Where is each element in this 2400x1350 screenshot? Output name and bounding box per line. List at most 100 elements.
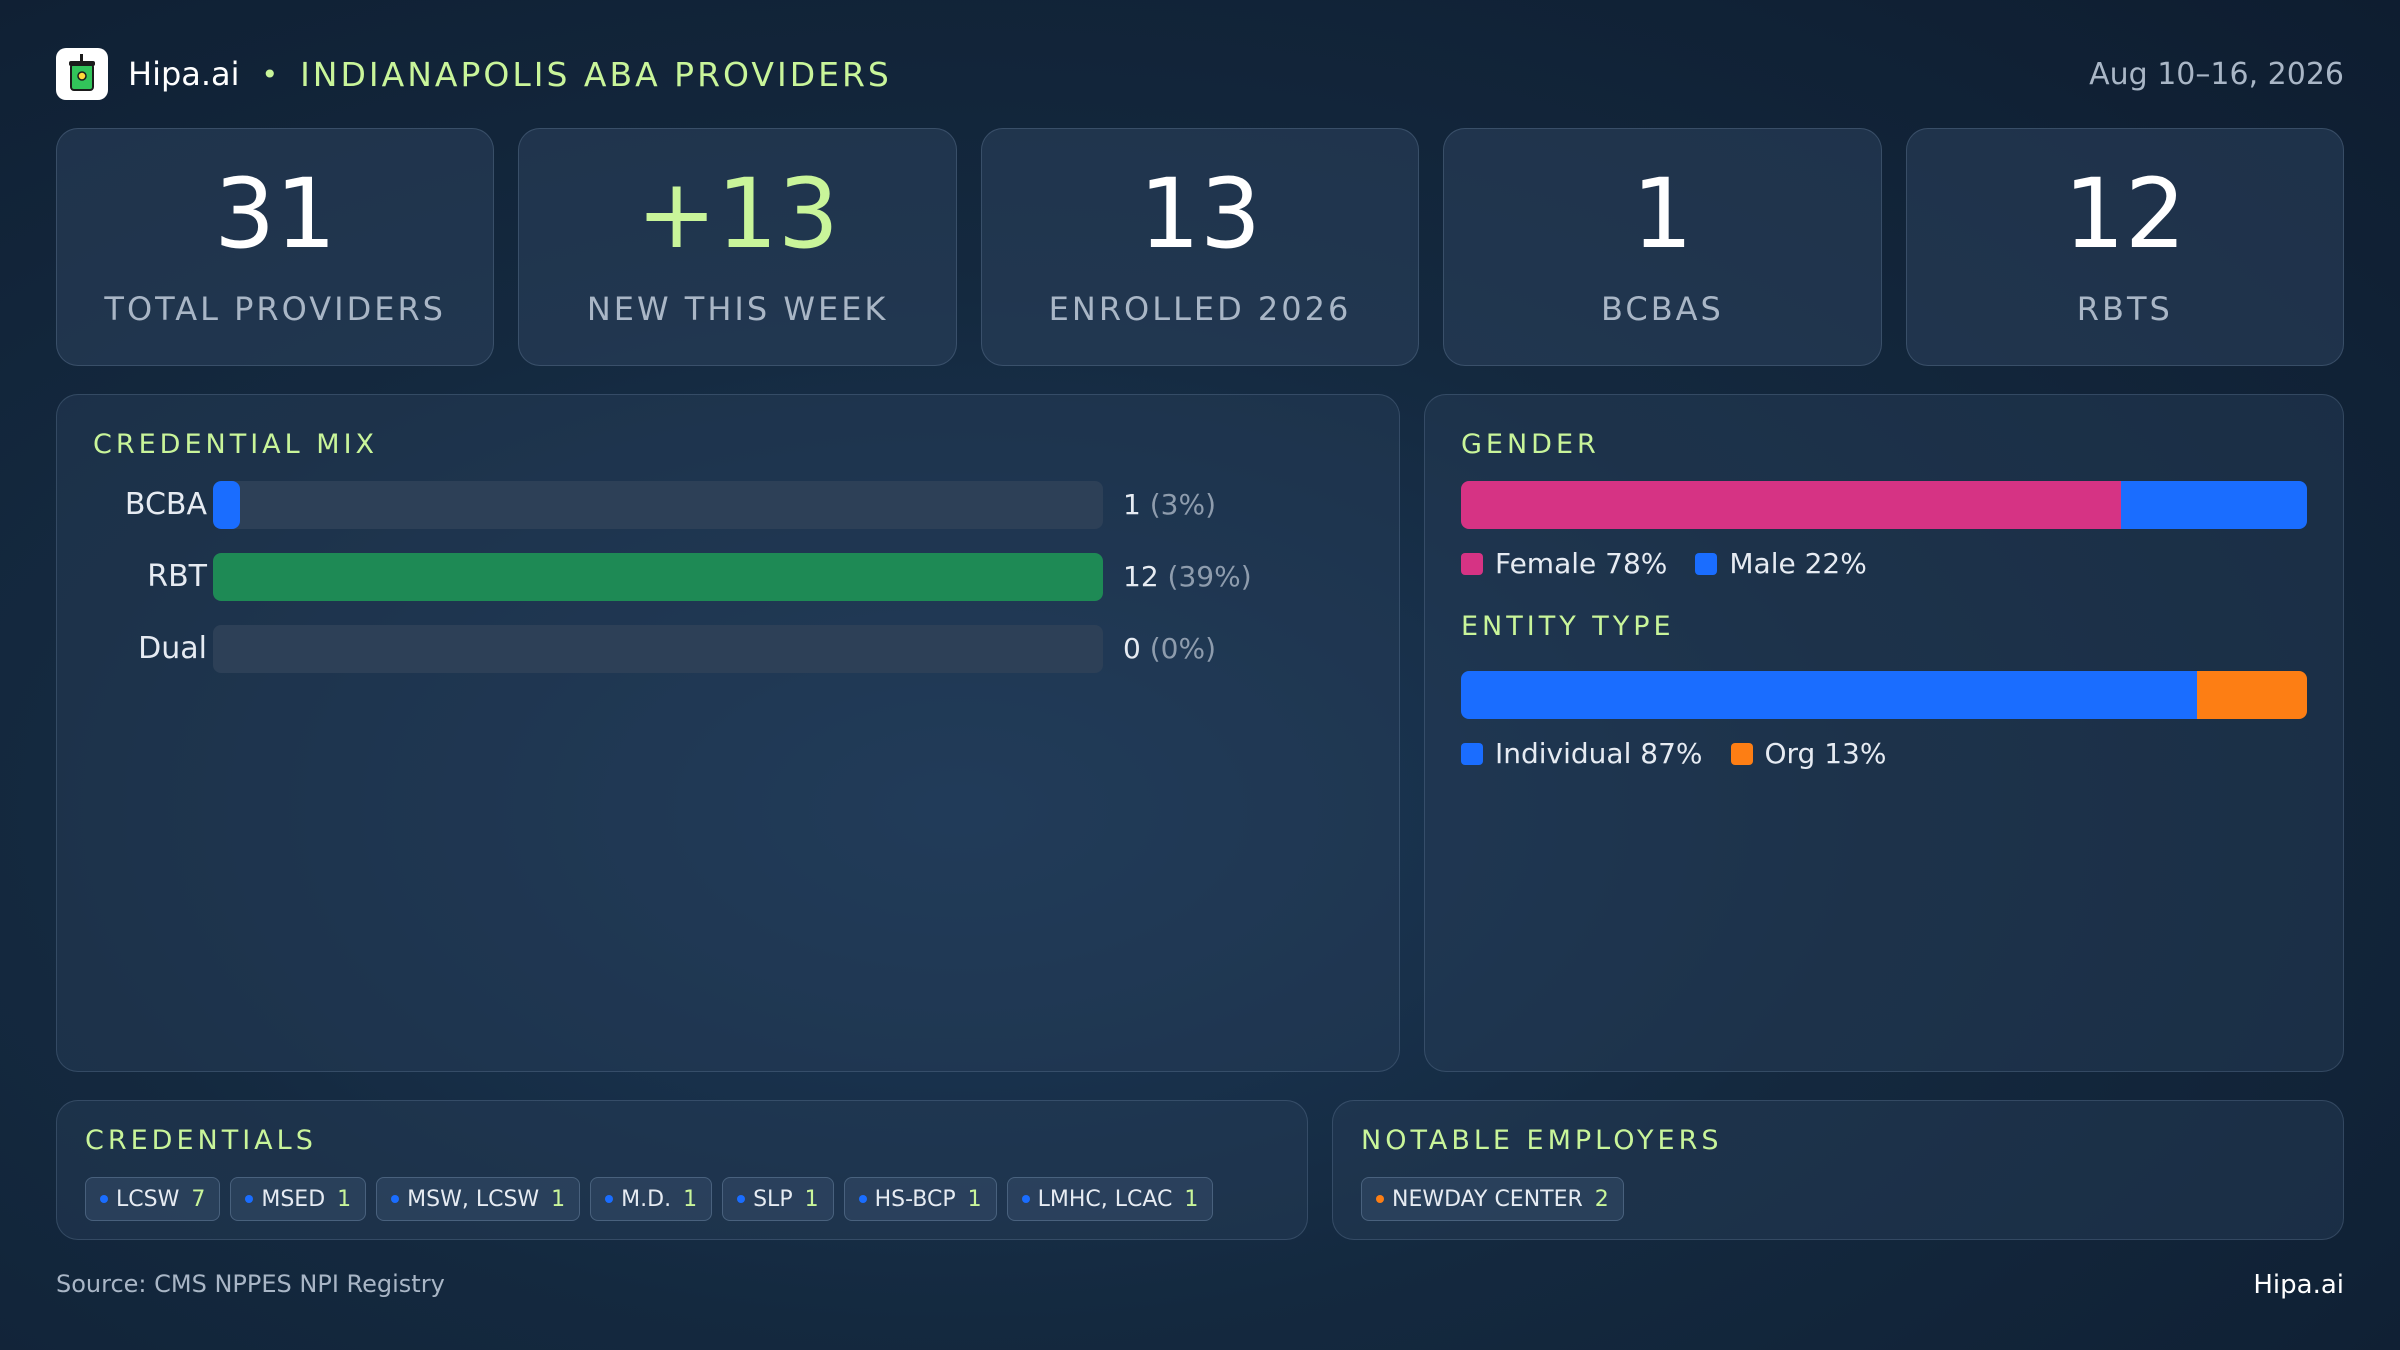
kpi-rbts: 12 RBTS (1905, 128, 2345, 366)
kpi-label: ENROLLED 2026 (1048, 290, 1352, 328)
legend-item-female: Female 78% (1461, 547, 1667, 580)
kpi-row: 31 TOTAL PROVIDERS +13 NEW THIS WEEK 13 … (56, 128, 2345, 366)
legend-swatch (1461, 742, 1483, 765)
entity-segment-individual (1461, 671, 2198, 719)
mix-row-label: Dual (138, 631, 207, 666)
chip-dot (1376, 1195, 1384, 1203)
kpi-bcbas: 1 BCBAS (1443, 128, 1882, 366)
mix-row-label: RBT (147, 559, 207, 594)
employer-chips: NEWDAY CENTER 2 (1361, 1177, 1624, 1221)
credential-chip[interactable]: MSW, LCSW 1 (376, 1177, 581, 1221)
chip-dot (245, 1195, 254, 1203)
mix-count: 12 (1123, 560, 1159, 593)
chip-label: MSW, LCSW (407, 1186, 540, 1212)
brand-name: Hipa.ai (128, 55, 240, 93)
chip-label: M.D. (621, 1186, 672, 1212)
legend-swatch (1461, 552, 1483, 575)
employers-panel: NOTABLE EMPLOYERS NEWDAY CENTER 2 (1332, 1100, 2344, 1240)
credential-chip[interactable]: SLP 1 (722, 1177, 834, 1221)
chip-label: LMHC, LCAC (1037, 1186, 1173, 1212)
title-separator: • (261, 57, 279, 91)
credential-mix-panel: CREDENTIAL MIX BCBA 1 (3%) RBT 12 (39%) … (56, 394, 1400, 1072)
mix-row-rbt: RBT 12 (39%) (57, 553, 1399, 601)
demographics-panel: GENDER Female 78% Male 22% ENTITY TYPE I… (1424, 394, 2344, 1072)
mix-count: 1 (1123, 488, 1141, 521)
mix-row-value: 0 (0%) (1123, 625, 1216, 673)
data-source: Source: CMS NPPES NPI Registry (56, 1270, 445, 1298)
kpi-value: +13 (636, 158, 839, 270)
mix-percent: (3%) (1149, 488, 1217, 521)
chip-count: 2 (1594, 1186, 1609, 1212)
kpi-value: 31 (214, 158, 337, 270)
mix-bar-fill (213, 481, 240, 529)
chip-count: 7 (191, 1186, 206, 1212)
kpi-total-providers: 31 TOTAL PROVIDERS (56, 128, 495, 366)
mix-bar-track (213, 625, 1103, 673)
header: Hipa.ai • INDIANAPOLIS ABA PROVIDERS Aug… (56, 46, 2344, 102)
gender-segment-female (1461, 481, 2121, 529)
mix-bar-track (213, 481, 1103, 529)
legend-item-male: Male 22% (1695, 547, 1867, 580)
gender-title: GENDER (1461, 429, 1600, 460)
chip-label: LCSW (116, 1186, 180, 1212)
kpi-value: 13 (1138, 158, 1262, 270)
kpi-label: BCBAS (1600, 290, 1724, 328)
mix-percent: (0%) (1149, 632, 1217, 665)
chip-label: MSED (261, 1186, 326, 1212)
legend-swatch (1695, 552, 1718, 575)
mix-bar-track (213, 553, 1103, 601)
kpi-value: 12 (2063, 158, 2186, 270)
chip-count: 1 (1184, 1186, 1199, 1212)
credential-chip[interactable]: LMHC, LCAC 1 (1006, 1177, 1214, 1221)
credential-chip[interactable]: HS-BCP 1 (843, 1177, 997, 1221)
entity-type-title: ENTITY TYPE (1461, 611, 1675, 642)
mix-row-bcba: BCBA 1 (3%) (57, 481, 1399, 529)
chip-dot (1021, 1195, 1030, 1203)
chip-count: 1 (804, 1186, 819, 1212)
chip-dot (100, 1195, 108, 1203)
chip-dot (605, 1195, 614, 1203)
panel-title: NOTABLE EMPLOYERS (1361, 1125, 1723, 1156)
employer-chip[interactable]: NEWDAY CENTER 2 (1361, 1177, 1624, 1221)
legend-item-individual: Individual 87% (1461, 737, 1703, 770)
credentials-panel: CREDENTIALS LCSW 7 MSED 1 MSW, LCSW 1 M.D. 1… (56, 1100, 1308, 1240)
legend-swatch (1730, 742, 1753, 765)
legend-label: Female 78% (1495, 547, 1668, 580)
mix-percent: (39%) (1167, 560, 1252, 593)
credential-chip[interactable]: MSED 1 (230, 1177, 367, 1221)
mix-row-label: BCBA (124, 487, 207, 522)
chip-count: 1 (337, 1186, 352, 1212)
credential-chip[interactable]: LCSW 7 (85, 1177, 221, 1221)
legend-label: Individual 87% (1495, 737, 1703, 770)
mix-count: 0 (1123, 632, 1141, 665)
panel-title: CREDENTIALS (85, 1125, 317, 1156)
logo (56, 48, 108, 100)
date-range: Aug 10–16, 2026 (2089, 56, 2344, 92)
gender-bar (1461, 481, 2307, 529)
cup-icon (69, 54, 95, 91)
gender-segment-male (2120, 481, 2307, 529)
chip-count: 1 (967, 1186, 982, 1212)
chip-label: SLP (753, 1186, 793, 1212)
legend-label: Org 13% (1764, 737, 1887, 770)
kpi-enrolled-2026: 13 ENROLLED 2026 (980, 128, 1420, 366)
chip-label: HS-BCP (874, 1186, 956, 1212)
chip-dot (737, 1195, 746, 1203)
entity-type-bar (1461, 671, 2307, 719)
mix-row-value: 1 (3%) (1123, 481, 1216, 529)
mix-bar-fill (213, 553, 1103, 601)
kpi-label: NEW THIS WEEK (586, 290, 889, 328)
chip-dot (391, 1195, 400, 1203)
mix-row-value: 12 (39%) (1123, 553, 1252, 601)
footer-brand: Hipa.ai (2253, 1270, 2344, 1300)
legend-label: Male 22% (1729, 547, 1867, 580)
page-title: INDIANAPOLIS ABA PROVIDERS (300, 54, 892, 94)
kpi-new-this-week: +13 NEW THIS WEEK (518, 128, 957, 366)
chip-count: 1 (683, 1186, 698, 1212)
credential-chip[interactable]: M.D. 1 (590, 1177, 713, 1221)
chip-count: 1 (551, 1186, 566, 1212)
kpi-value: 1 (1631, 158, 1693, 270)
entity-segment-org (2197, 671, 2307, 719)
kpi-label: TOTAL PROVIDERS (104, 290, 446, 328)
chip-label: NEWDAY CENTER (1392, 1186, 1583, 1212)
